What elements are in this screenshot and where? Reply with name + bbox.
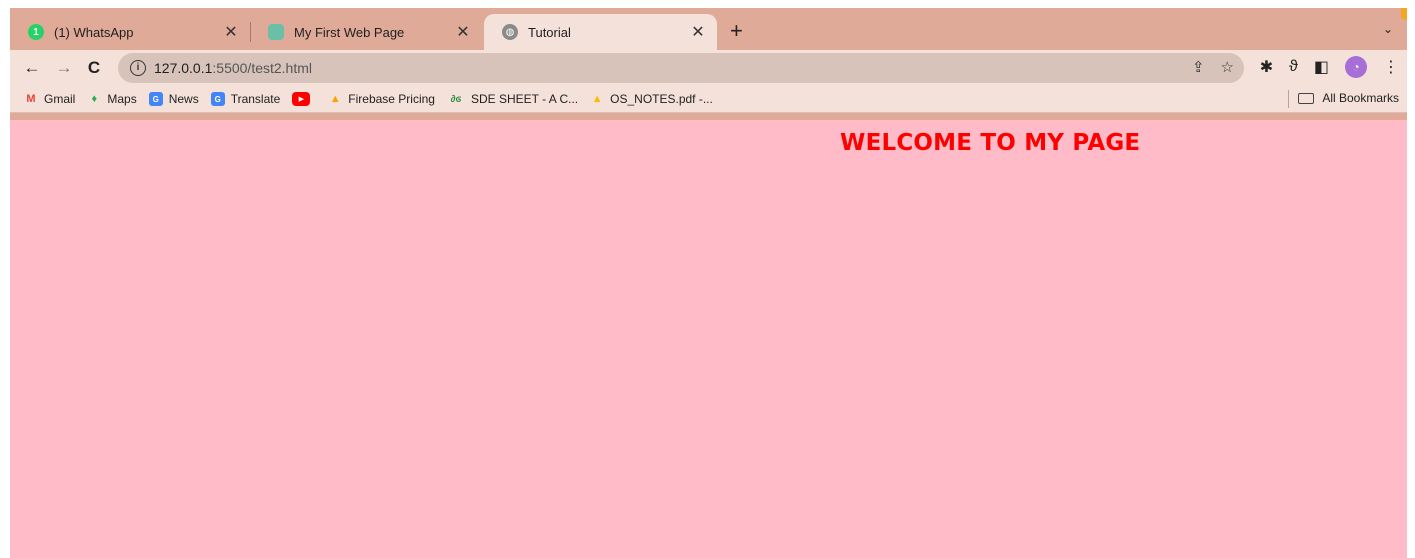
tab-whatsapp[interactable]: 1 (1) WhatsApp ✕ bbox=[10, 14, 250, 50]
bookmark-news[interactable]: G News bbox=[148, 92, 199, 106]
forward-button[interactable]: → bbox=[52, 56, 76, 80]
whatsapp-icon: 1 bbox=[28, 24, 44, 40]
menu-icon[interactable]: ⋮ bbox=[1383, 57, 1399, 77]
gmail-icon: M bbox=[26, 93, 36, 105]
close-icon[interactable]: ✕ bbox=[454, 22, 472, 42]
bookmark-translate[interactable]: G Translate bbox=[210, 92, 281, 106]
browser-window: 1 (1) WhatsApp ✕ My First Web Page ✕ ◍ T… bbox=[10, 8, 1407, 558]
bookmark-os-notes[interactable]: ▲ OS_NOTES.pdf -... bbox=[590, 92, 713, 106]
bookmark-label: OS_NOTES.pdf -... bbox=[610, 92, 713, 106]
gfg-icon: ∂ϭ bbox=[450, 93, 462, 105]
news-icon: G bbox=[148, 92, 163, 106]
maps-icon: ♦ bbox=[91, 93, 98, 105]
back-button[interactable]: ← bbox=[20, 56, 44, 80]
site-icon bbox=[268, 24, 284, 40]
tab-strip: 1 (1) WhatsApp ✕ My First Web Page ✕ ◍ T… bbox=[10, 8, 1407, 50]
url-host: 127.0.0.1 bbox=[154, 60, 213, 76]
site-info-icon[interactable]: i bbox=[130, 60, 146, 76]
tab-label: Tutorial bbox=[528, 24, 571, 40]
all-bookmarks-button[interactable]: All Bookmarks bbox=[1298, 91, 1399, 105]
bookmark-label: News bbox=[168, 92, 199, 106]
url-path: :5500/test2.html bbox=[212, 60, 313, 76]
bookmarks-separator bbox=[1288, 90, 1289, 108]
reload-button[interactable]: C bbox=[82, 56, 106, 80]
bookmark-maps[interactable]: ♦ Maps bbox=[87, 92, 137, 106]
firebase-icon: ▲ bbox=[329, 93, 341, 105]
page-viewport: WELCOME TO MY PAGE bbox=[10, 120, 1407, 558]
url-text[interactable]: 127.0.0.1:5500/test2.html bbox=[154, 60, 312, 76]
side-panel-icon[interactable]: ◧ bbox=[1314, 57, 1329, 77]
bookmark-youtube[interactable]: ▶ bbox=[292, 92, 316, 106]
extensions-icon[interactable]: ✱ bbox=[1260, 57, 1273, 77]
bookmarks-bar: M Gmail ♦ Maps G News G Translate ▶ ▲ Fi… bbox=[10, 86, 1407, 113]
all-bookmarks-label: All Bookmarks bbox=[1322, 91, 1399, 105]
tab-label: My First Web Page bbox=[294, 24, 405, 40]
bookmark-firebase[interactable]: ▲ Firebase Pricing bbox=[328, 92, 435, 106]
profile-avatar[interactable]: ◔ bbox=[1345, 56, 1367, 78]
page-heading: WELCOME TO MY PAGE bbox=[840, 130, 1141, 156]
performance-icon[interactable]: ϑ bbox=[1289, 58, 1298, 76]
toolbar-actions: ✱ ϑ ◧ ◔ ⋮ bbox=[1260, 56, 1399, 78]
bookmark-label: Translate bbox=[230, 92, 281, 106]
translate-icon: G bbox=[210, 92, 225, 106]
bookmark-star-icon[interactable]: ☆ bbox=[1221, 58, 1234, 76]
omnibox-actions: ⇪ ☆ bbox=[1192, 58, 1234, 76]
bookmark-label: Firebase Pricing bbox=[348, 92, 435, 106]
youtube-icon: ▶ bbox=[292, 92, 311, 106]
tab-tutorial[interactable]: ◍ Tutorial ✕ bbox=[484, 14, 717, 50]
close-icon[interactable]: ✕ bbox=[222, 22, 240, 42]
globe-icon: ◍ bbox=[502, 24, 518, 40]
bookmark-sde-sheet[interactable]: ∂ϭ SDE SHEET - A C... bbox=[447, 92, 579, 106]
folder-icon bbox=[1298, 92, 1315, 104]
drive-icon: ▲ bbox=[591, 93, 603, 105]
bookmark-label: Maps bbox=[107, 92, 137, 106]
toolbar: ← → C i 127.0.0.1:5500/test2.html ⇪ ☆ ✱ … bbox=[10, 50, 1407, 86]
bookmark-gmail[interactable]: M Gmail bbox=[24, 92, 75, 106]
share-icon[interactable]: ⇪ bbox=[1192, 58, 1205, 76]
bookmark-label: Gmail bbox=[44, 92, 76, 106]
tab-label: (1) WhatsApp bbox=[54, 24, 134, 40]
bookmark-label: SDE SHEET - A C... bbox=[470, 92, 579, 106]
address-bar[interactable]: i 127.0.0.1:5500/test2.html ⇪ ☆ bbox=[118, 53, 1244, 83]
new-tab-button[interactable]: + bbox=[730, 18, 743, 44]
tab-my-first-web-page[interactable]: My First Web Page ✕ bbox=[250, 14, 482, 50]
tab-search-button[interactable]: ⌄ bbox=[1383, 22, 1393, 36]
close-icon[interactable]: ✕ bbox=[689, 22, 707, 42]
